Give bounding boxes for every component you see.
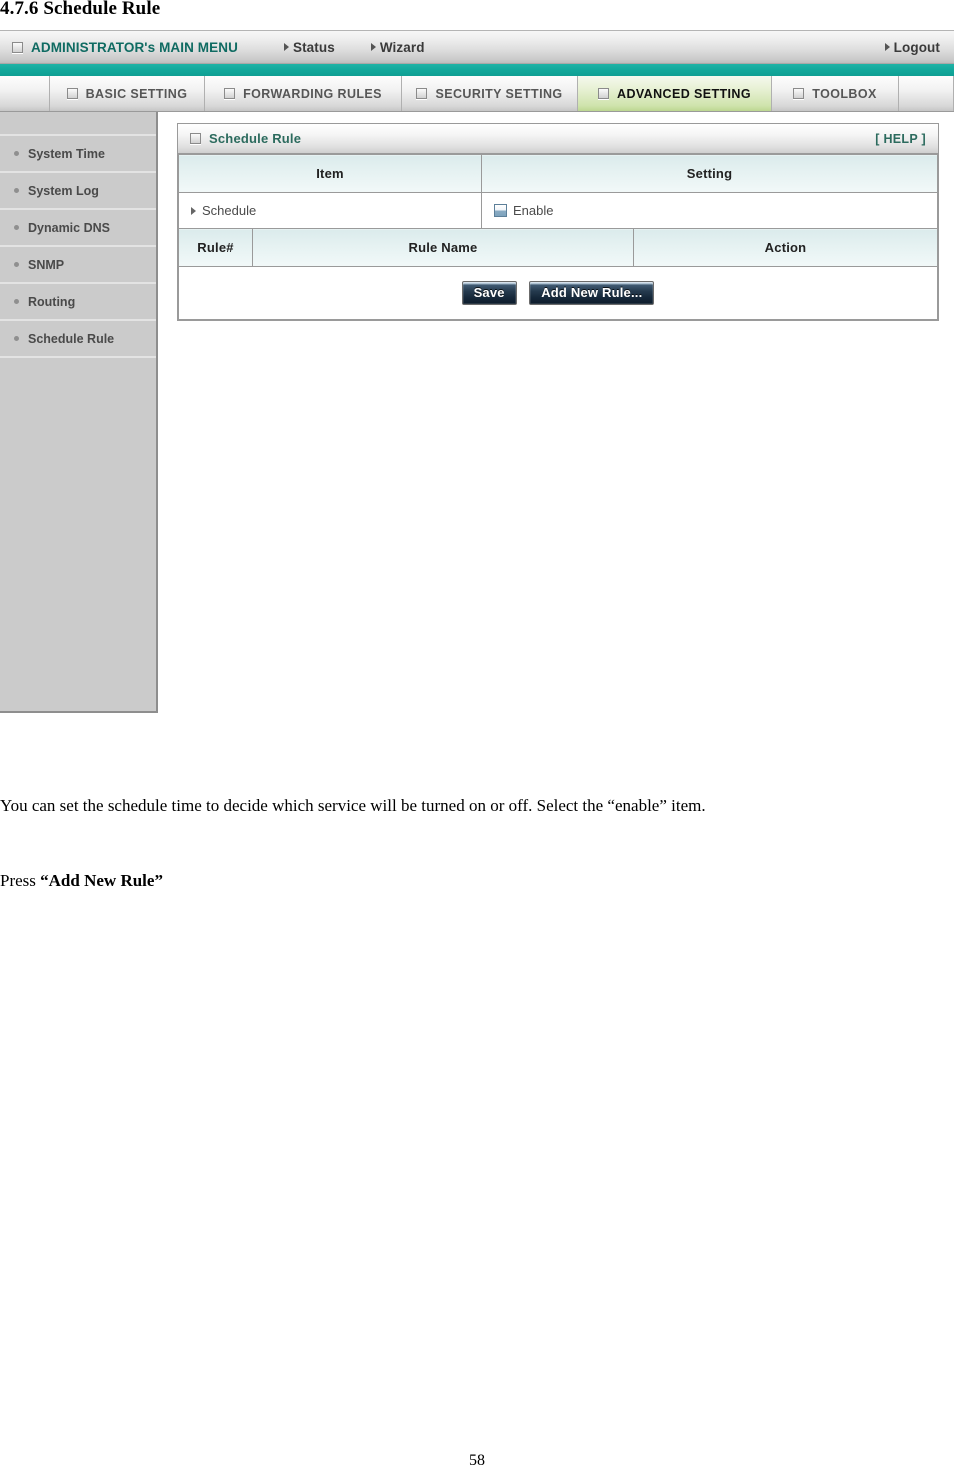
- sidebar: System Time System Log Dynamic DNS SNMP …: [0, 112, 158, 713]
- nav-link-status-label: Status: [292, 39, 335, 55]
- arrow-right-icon: [884, 43, 890, 51]
- press-instruction-paragraph: Press “Add New Rule”: [0, 872, 866, 889]
- tab-forwarding-rules-label: FORWARDING RULES: [243, 86, 382, 101]
- table-header-row: Rule# Rule Name Action: [178, 228, 938, 267]
- column-header-setting: Setting: [481, 154, 938, 193]
- rules-table: Rule# Rule Name Action Save Add New Rule…: [178, 228, 938, 320]
- admin-main-menu-label: ADMINISTRATOR's MAIN MENU: [31, 39, 238, 55]
- sidebar-item-label: System Log: [28, 183, 99, 198]
- bullet-icon: [14, 262, 19, 267]
- bullet-icon: [14, 225, 19, 230]
- column-header-item: Item: [178, 154, 482, 193]
- help-link[interactable]: [ HELP ]: [875, 132, 926, 146]
- window-square-icon: [416, 88, 428, 99]
- tab-toolbox-label: TOOLBOX: [812, 86, 877, 101]
- sidebar-item-dynamic-dns[interactable]: Dynamic DNS: [0, 208, 156, 245]
- sidebar-top-gap: [0, 112, 156, 134]
- arrow-right-icon: [191, 206, 196, 215]
- window-square-icon: [224, 88, 236, 99]
- window-square-icon: [66, 88, 78, 99]
- bullet-icon: [14, 336, 19, 341]
- window-square-icon: [12, 41, 23, 53]
- save-button[interactable]: Save: [461, 281, 517, 305]
- nav-link-wizard-label: Wizard: [379, 39, 425, 55]
- schedule-item-label: Schedule: [202, 203, 257, 218]
- tab-security-setting-label: SECURITY SETTING: [435, 86, 563, 101]
- column-header-action: Action: [633, 228, 938, 267]
- router-admin-ui: ADMINISTRATOR's MAIN MENU Status Wizard …: [0, 30, 954, 732]
- add-new-rule-button[interactable]: Add New Rule...: [529, 281, 655, 305]
- tab-basic-setting-label: BASIC SETTING: [85, 86, 188, 101]
- arrow-right-icon: [370, 43, 376, 51]
- bullet-icon: [14, 151, 19, 156]
- nav-link-logout[interactable]: Logout: [884, 39, 940, 55]
- tab-toolbox[interactable]: TOOLBOX: [772, 76, 899, 111]
- sidebar-item-schedule-rule[interactable]: Schedule Rule: [0, 319, 156, 356]
- table-header-row: Item Setting: [178, 154, 938, 193]
- admin-main-menu-title: ADMINISTRATOR's MAIN MENU: [12, 40, 238, 55]
- schedule-enable-checkbox[interactable]: [494, 204, 507, 217]
- panel-title-label: Schedule Rule: [209, 131, 302, 146]
- tab-bar-left-spacer: [0, 76, 50, 111]
- bullet-icon: [14, 299, 19, 304]
- sidebar-divider: [0, 356, 156, 358]
- bullet-icon: [14, 188, 19, 193]
- tab-advanced-setting[interactable]: ADVANCED SETTING: [578, 76, 772, 111]
- page-number: 58: [469, 1452, 485, 1469]
- sidebar-item-routing[interactable]: Routing: [0, 282, 156, 319]
- action-buttons-row: Save Add New Rule...: [178, 266, 938, 320]
- table-row: Schedule Enable: [178, 192, 938, 229]
- press-prefix: Press: [0, 871, 41, 890]
- window-square-icon: [598, 88, 610, 99]
- main-tab-bar: BASIC SETTING FORWARDING RULES SECURITY …: [0, 76, 954, 112]
- action-buttons-cell: Save Add New Rule...: [178, 266, 938, 320]
- column-header-rule-name: Rule Name: [252, 228, 634, 267]
- schedule-rule-panel: Schedule Rule [ HELP ] Item Setting Sche…: [177, 123, 939, 321]
- tab-bar-right-spacer: [899, 76, 954, 111]
- sidebar-item-label: Dynamic DNS: [28, 220, 110, 235]
- tab-security-setting[interactable]: SECURITY SETTING: [402, 76, 578, 111]
- sidebar-item-label: Schedule Rule: [28, 331, 115, 346]
- schedule-setting-cell: Enable: [481, 192, 938, 229]
- sidebar-item-system-log[interactable]: System Log: [0, 171, 156, 208]
- tab-basic-setting[interactable]: BASIC SETTING: [50, 76, 205, 111]
- sidebar-item-snmp[interactable]: SNMP: [0, 245, 156, 282]
- description-paragraph: You can set the schedule time to decide …: [0, 796, 706, 815]
- nav-link-logout-label: Logout: [893, 39, 940, 55]
- sidebar-item-system-time[interactable]: System Time: [0, 134, 156, 171]
- panel-title: Schedule Rule: [190, 131, 301, 146]
- accent-bar: [0, 64, 954, 76]
- tab-forwarding-rules[interactable]: FORWARDING RULES: [205, 76, 402, 111]
- schedule-item-cell: Schedule: [178, 192, 482, 229]
- admin-top-bar: ADMINISTRATOR's MAIN MENU Status Wizard …: [0, 30, 954, 64]
- sidebar-item-label: Routing: [28, 294, 76, 309]
- sidebar-item-label: SNMP: [28, 257, 65, 272]
- panel-header: Schedule Rule [ HELP ]: [178, 124, 938, 154]
- ui-body: System Time System Log Dynamic DNS SNMP …: [0, 112, 954, 732]
- window-square-icon: [793, 88, 805, 99]
- sidebar-item-label: System Time: [28, 146, 105, 161]
- column-header-rule-number: Rule#: [178, 228, 253, 267]
- window-square-icon: [190, 133, 201, 144]
- nav-link-wizard[interactable]: Wizard: [370, 39, 425, 55]
- settings-table: Item Setting Schedule Enable: [178, 154, 938, 229]
- page-title: 4.7.6 Schedule Rule: [0, 0, 161, 19]
- press-emphasis: “Add New Rule”: [40, 871, 163, 890]
- arrow-right-icon: [283, 43, 289, 51]
- tab-advanced-setting-label: ADVANCED SETTING: [617, 86, 751, 101]
- nav-link-status[interactable]: Status: [283, 39, 335, 55]
- schedule-enable-label: Enable: [513, 203, 554, 218]
